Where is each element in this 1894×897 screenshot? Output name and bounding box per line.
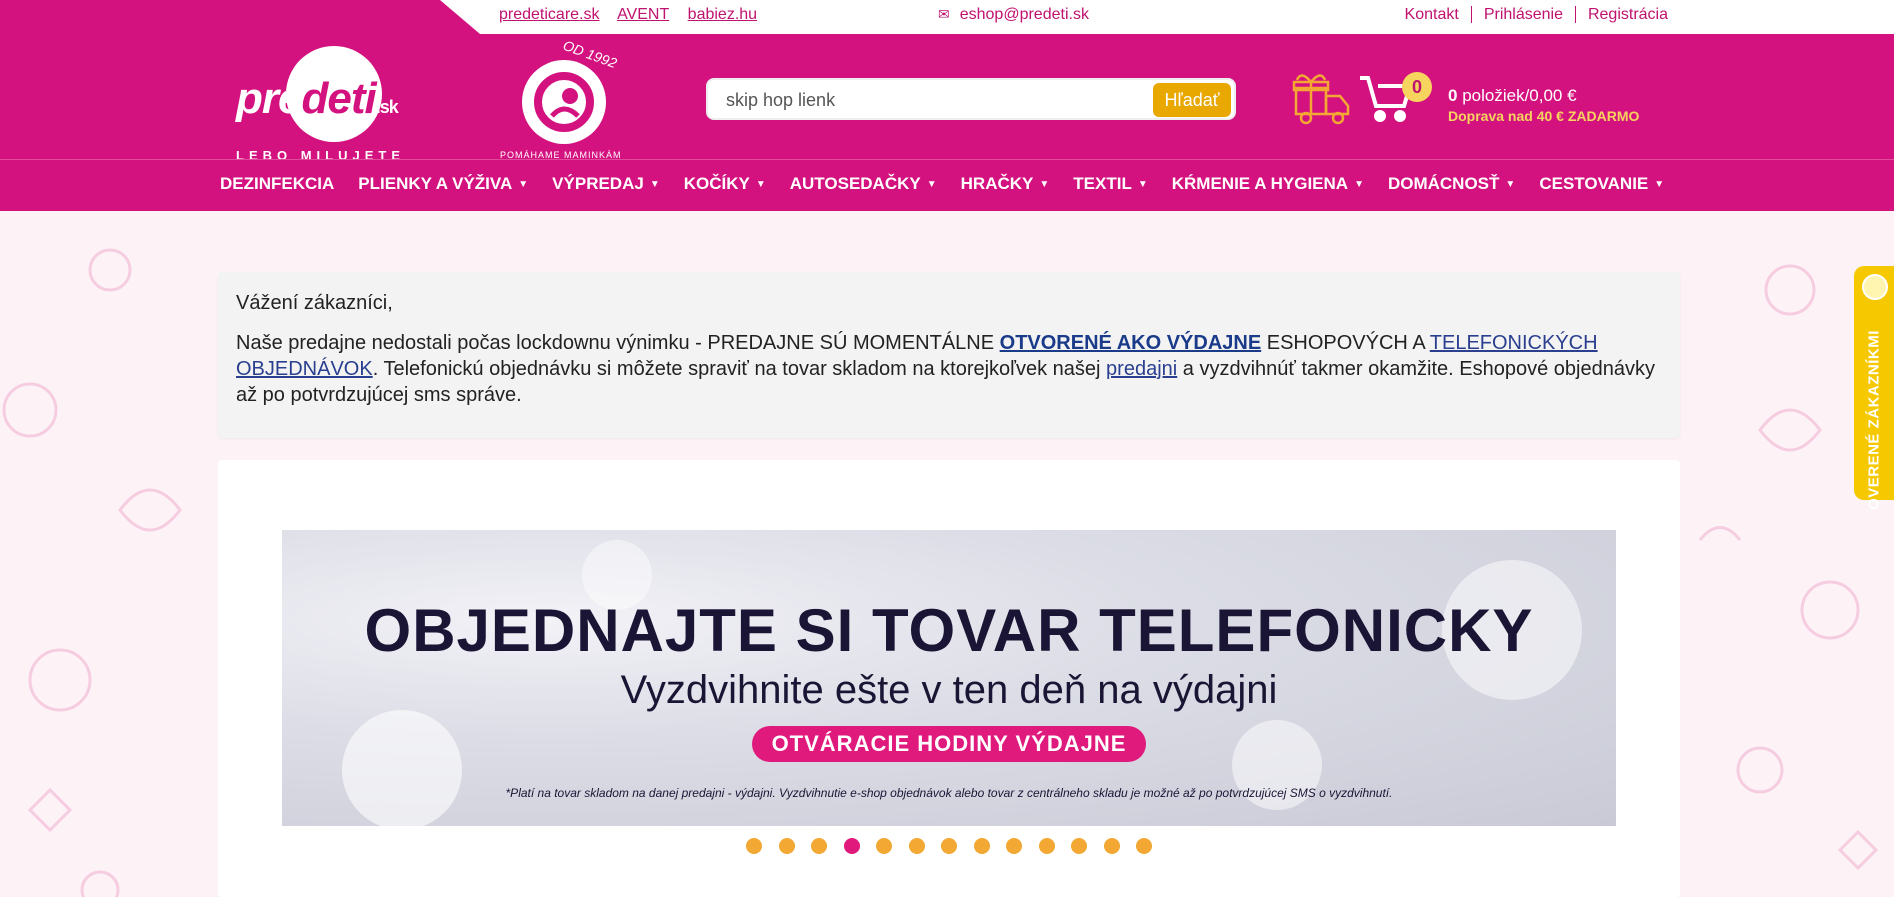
link-predeticare[interactable]: predeticare.sk [499, 6, 600, 23]
nav-item-hracky[interactable]: HRAČKY ▼ [961, 174, 1050, 194]
nav-list: DEZINFEKCIA PLIENKY A VÝŽIVA ▼ VÝPREDAJ ▼ … [220, 174, 1688, 194]
slider-dot[interactable] [1038, 838, 1055, 854]
caret-down-icon: ▼ [649, 179, 660, 190]
slider-dot[interactable] [941, 838, 957, 854]
slider-dot[interactable] [778, 838, 795, 854]
email-text: eshop@predeti.sk [959, 6, 1089, 23]
slider-dot[interactable] [908, 838, 925, 854]
cart-summary[interactable]: 0 položiek/0,00 € [1448, 86, 1577, 106]
link-prihlasenie[interactable]: Prihlásenie [1470, 6, 1575, 23]
caret-down-icon: ▼ [1039, 179, 1050, 190]
nav-item-autosedacky[interactable]: AUTOSEDAČKY ▼ [790, 174, 937, 194]
site-header: predeti.sk LEBO MILUJETE OD 1992 POMÁHAM… [0, 34, 1894, 163]
verified-reviews-label: OVERENÉ ZÁKAZNÍKMI [1865, 330, 1883, 510]
top-bar-tab [0, 0, 480, 34]
slider-dot[interactable] [811, 838, 827, 854]
caret-down-icon: ▼ [755, 179, 766, 190]
link-registracia[interactable]: Registrácia [1574, 6, 1680, 23]
slider-dot[interactable] [1136, 838, 1152, 854]
link-predajni[interactable]: predajni [1106, 358, 1177, 380]
badge-1992: OD 1992 POMÁHAME MAMINKÁM [500, 37, 630, 160]
slider-dot[interactable] [973, 838, 990, 854]
caret-down-icon: ▼ [518, 179, 529, 190]
cart-count-badge[interactable]: 0 [1402, 72, 1432, 102]
nav-item-vypredaj[interactable]: VÝPREDAJ ▼ [552, 174, 660, 194]
search-button[interactable]: Hľadať [1153, 83, 1231, 117]
mother-child-icon [522, 60, 606, 144]
logo-word: predeti.sk [236, 74, 399, 123]
slider-dot[interactable] [746, 838, 762, 854]
nav-item-textil[interactable]: TEXTIL ▼ [1073, 174, 1147, 194]
caret-down-icon: ▼ [1137, 179, 1148, 190]
notice-body: Naše predajne nedostali počas lockdownu … [236, 332, 1655, 406]
banner-fine-print: *Platí na tovar skladom na danej predajn… [505, 786, 1393, 800]
slider-dot[interactable] [843, 838, 860, 854]
account-links: Kontakt Prihlásenie Registrácia [1393, 6, 1680, 24]
hero-slider: OBJEDNAJTE SI TOVAR TELEFONICKY Vyzdvihn… [218, 460, 1680, 897]
bokeh-decoration [342, 710, 462, 826]
contact-email[interactable]: ✉ eshop@predeti.sk [938, 6, 1089, 24]
main-nav: DEZINFEKCIA PLIENKY A VÝŽIVA ▼ VÝPREDAJ ▼ … [0, 159, 1894, 211]
nav-item-dezinfekcia[interactable]: DEZINFEKCIA [220, 174, 334, 194]
caret-down-icon: ▼ [926, 179, 937, 190]
mail-icon: ✉ [938, 6, 950, 22]
slider-dot[interactable] [1006, 838, 1022, 854]
link-otvorene-vydajne[interactable]: OTVORENÉ AKO VÝDAJNE [1000, 332, 1262, 354]
link-babiez[interactable]: babiez.hu [688, 6, 757, 23]
opening-hours-button[interactable]: OTVÁRACIE HODINY VÝDAJNE [752, 726, 1146, 762]
slider-dot[interactable] [1103, 838, 1120, 854]
search-box: Hľadať [706, 78, 1236, 120]
hero-banner[interactable]: OBJEDNAJTE SI TOVAR TELEFONICKY Vyzdvihn… [282, 530, 1616, 826]
link-kontakt[interactable]: Kontakt [1393, 6, 1471, 23]
caret-down-icon: ▼ [1354, 179, 1364, 190]
notice-greeting: Vážení zákazníci, [236, 292, 393, 314]
free-shipping-note: Doprava nad 40 € ZADARMO [1448, 108, 1640, 124]
nav-item-plienky[interactable]: PLIENKY A VÝŽIVA ▼ [358, 174, 528, 194]
top-bar: predeticare.sk AVENT babiez.hu ✉ eshop@pr… [0, 0, 1894, 34]
gift-delivery-icon[interactable] [1292, 66, 1352, 126]
site-logo[interactable]: predeti.sk LEBO MILUJETE [236, 46, 436, 163]
verified-reviews-tab[interactable]: OVERENÉ ZÁKAZNÍKMI [1854, 266, 1894, 510]
banner-subline: Vyzdvihnite ešte v ten deň na výdajni [620, 668, 1278, 712]
customer-notice: Vážení zákazníci, Naše predajne nedostal… [218, 272, 1680, 438]
slider-dot[interactable] [876, 838, 892, 854]
nav-item-cestovanie[interactable]: CESTOVANIE ▼ [1539, 174, 1664, 194]
link-avent[interactable]: AVENT [617, 6, 669, 23]
banner-headline: OBJEDNAJTE SI TOVAR TELEFONICKY [364, 597, 1534, 664]
partner-links: predeticare.sk AVENT babiez.hu [499, 6, 771, 24]
caret-down-icon: ▼ [1654, 179, 1665, 190]
nav-item-kociky[interactable]: KOČÍKY ▼ [684, 174, 766, 194]
slider-dot[interactable] [1071, 838, 1087, 854]
slider-dots [746, 838, 1169, 854]
nav-item-domacnost[interactable]: DOMÁCNOSŤ ▼ [1388, 174, 1515, 194]
medal-icon [1862, 274, 1888, 300]
search-input[interactable] [726, 88, 1126, 112]
caret-down-icon: ▼ [1505, 179, 1516, 190]
nav-item-kremenie[interactable]: KŔMENIE A HYGIENA ▼ [1172, 174, 1364, 194]
